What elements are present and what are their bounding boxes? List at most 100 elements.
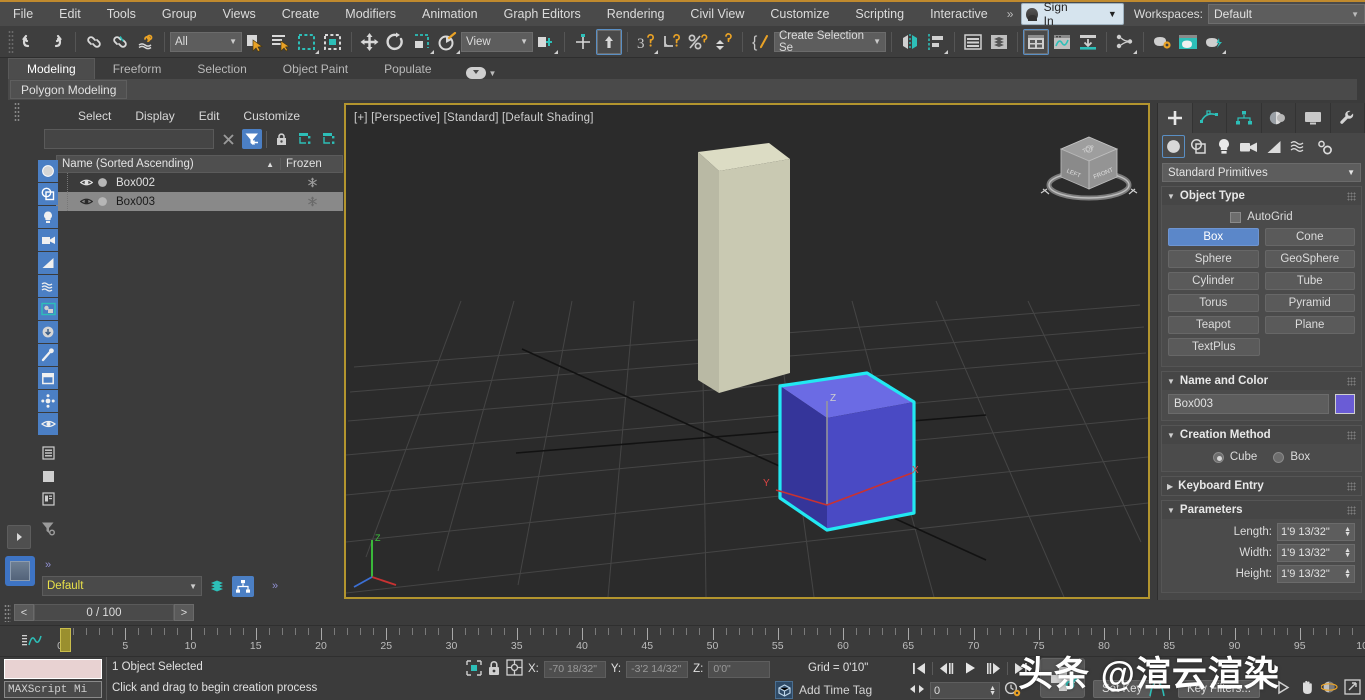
play-animation-button[interactable] (959, 659, 981, 677)
object-name[interactable]: Box002 (110, 177, 281, 189)
drag-handle-icon[interactable] (1347, 430, 1356, 440)
percent-snap-toggle-icon[interactable] (685, 29, 711, 55)
menu-item-graph-editors[interactable]: Graph Editors (491, 1, 594, 27)
table-row[interactable]: Box002 (56, 173, 343, 192)
filter-lights-icon[interactable] (38, 206, 58, 228)
unlink-selection-icon[interactable] (107, 29, 133, 55)
autogrid-row[interactable]: AutoGrid (1168, 209, 1355, 228)
selection-lock-region-icon[interactable] (466, 659, 482, 679)
selection-lock-toggle-icon[interactable] (487, 660, 501, 679)
create-box-button[interactable]: Box (1168, 228, 1259, 246)
rollout-header-keyboard-entry[interactable]: ▶ Keyboard Entry (1162, 477, 1361, 495)
blank-panel-icon[interactable] (38, 465, 58, 487)
menu-item-edit[interactable]: Edit (46, 1, 94, 27)
drag-handle-icon[interactable] (1347, 505, 1356, 515)
menu-item-rendering[interactable]: Rendering (594, 1, 678, 27)
drag-handle-icon[interactable] (1347, 481, 1356, 491)
scene-explorer-menu-edit[interactable]: Edit (187, 109, 232, 123)
menu-item-interactive[interactable]: Interactive (917, 1, 1001, 27)
previous-frame-button[interactable]: < (14, 604, 34, 621)
primitive-category-select[interactable]: Standard Primitives ▼ (1162, 163, 1361, 182)
select-by-name-icon[interactable] (268, 29, 294, 55)
timeline-track[interactable]: 0510152025303540455055606570758085909510… (57, 626, 1365, 658)
selection-filter-select[interactable]: All ▼ (170, 31, 242, 52)
select-and-place-icon[interactable] (435, 29, 461, 55)
render-frame-window-icon[interactable] (1175, 29, 1201, 55)
frozen-toggle-icon[interactable] (281, 177, 343, 188)
object-color-swatch[interactable] (1335, 394, 1355, 414)
filter-visibility-icon[interactable] (38, 413, 58, 435)
render-production-icon[interactable] (1201, 29, 1227, 55)
ribbon-tab-selection[interactable]: Selection (179, 60, 264, 79)
filter-xrefs-icon[interactable] (38, 321, 58, 343)
frozen-toggle-icon[interactable] (281, 196, 343, 207)
select-and-link-icon[interactable] (81, 29, 107, 55)
layer-explorer-icon[interactable] (232, 575, 254, 597)
object-type-dot-icon[interactable] (94, 196, 110, 207)
rollout-header-parameters[interactable]: ▼ Parameters (1162, 501, 1361, 519)
visibility-eye-icon[interactable] (78, 178, 94, 187)
spinner-snap-toggle-icon[interactable] (711, 29, 737, 55)
spinner-arrows-icon[interactable]: ▲ ▼ (1344, 568, 1351, 580)
named-selection-sets-select[interactable]: Create Selection Se ▼ (774, 30, 886, 54)
chevron-down-icon[interactable]: ▼ (1108, 9, 1117, 19)
tab-modify[interactable] (1193, 103, 1227, 133)
rollout-header-object-type[interactable]: ▼ Object Type (1162, 187, 1361, 205)
perspective-viewport[interactable]: Z X Y Z [+] [Perspective] [Standard] [De… (344, 103, 1150, 599)
scene-explorer-menu-customize[interactable]: Customize (231, 109, 312, 123)
absolute-relative-transform-toggle-icon[interactable] (506, 659, 523, 679)
visibility-eye-icon[interactable] (78, 197, 94, 206)
cameras-category-icon[interactable] (1237, 135, 1260, 158)
autogrid-checkbox[interactable] (1230, 211, 1242, 223)
column-header-name[interactable]: Name (Sorted Ascending) (57, 158, 266, 170)
tab-display[interactable] (1296, 103, 1331, 133)
sign-in-button[interactable]: Sign In ▼ (1021, 0, 1124, 28)
param-width-spinner[interactable]: 1'9 13/32" ▲ ▼ (1277, 544, 1355, 562)
space-warps-category-icon[interactable] (1287, 135, 1310, 158)
key-filters-button[interactable]: Key Filters... (1178, 680, 1260, 698)
coord-y-input[interactable]: -3'2 14/32" (626, 660, 689, 678)
open-mini-curve-editor-icon[interactable] (22, 633, 44, 652)
coord-x-input[interactable]: -70 18/32" (543, 660, 606, 678)
filter-containers-icon[interactable] (38, 367, 58, 389)
render-setup-icon[interactable] (1075, 29, 1101, 55)
create-tube-button[interactable]: Tube (1264, 272, 1355, 290)
select-and-manipulate-icon[interactable] (596, 28, 622, 55)
ribbon-minimize-dropdown[interactable]: ▼ (465, 67, 496, 79)
menu-item-group[interactable]: Group (149, 1, 210, 27)
set-key-filters-icon[interactable] (1147, 681, 1167, 700)
create-teapot-button[interactable]: Teapot (1168, 316, 1259, 334)
menu-item-tools[interactable]: Tools (94, 1, 149, 27)
scene-explorer-menu-select[interactable]: Select (66, 109, 123, 123)
create-torus-button[interactable]: Torus (1168, 294, 1259, 312)
systems-category-icon[interactable] (1312, 135, 1335, 158)
current-frame-input[interactable]: 0 ▲ ▼ (930, 682, 1000, 699)
align-icon[interactable] (923, 29, 949, 55)
param-height-spinner[interactable]: 1'9 13/32" ▲ ▼ (1277, 565, 1355, 583)
ribbon-tab-object-paint[interactable]: Object Paint (265, 60, 366, 79)
toolbar-grip[interactable] (8, 29, 14, 54)
expand-all-icon[interactable] (295, 129, 315, 149)
layer-select[interactable]: Default ▼ (42, 576, 202, 596)
undo-icon[interactable] (18, 29, 44, 55)
create-sphere-button[interactable]: Sphere (1168, 250, 1259, 268)
tab-hierarchy[interactable] (1227, 103, 1262, 133)
maxscript-mini-listener-label[interactable]: MAXScript Mi (4, 681, 102, 698)
maximize-viewport-icon[interactable] (1344, 679, 1361, 698)
menu-item-civil-view[interactable]: Civil View (677, 1, 757, 27)
ribbon-panel-polygon-modeling[interactable]: Polygon Modeling (10, 80, 128, 99)
menu-item-animation[interactable]: Animation (409, 1, 491, 27)
viewport-3d-scene[interactable]: Z X Y Z (346, 105, 1148, 597)
scene-explorer-icon[interactable] (986, 29, 1012, 55)
layer-manager-icon[interactable] (206, 576, 228, 597)
spinner-arrows-icon[interactable]: ▲ ▼ (989, 685, 996, 697)
time-configuration-icon[interactable] (1004, 681, 1021, 700)
schematic-view-icon[interactable] (1112, 29, 1138, 55)
minimized-viewport-thumbnail[interactable] (5, 556, 35, 586)
filter-cameras-icon[interactable] (38, 229, 58, 251)
creation-method-cube-option[interactable]: Cube (1212, 451, 1257, 463)
table-row[interactable]: Box003 (56, 192, 343, 211)
document-view-icon[interactable] (38, 488, 58, 510)
tab-utilities[interactable] (1331, 103, 1365, 133)
lights-category-icon[interactable] (1212, 135, 1235, 158)
